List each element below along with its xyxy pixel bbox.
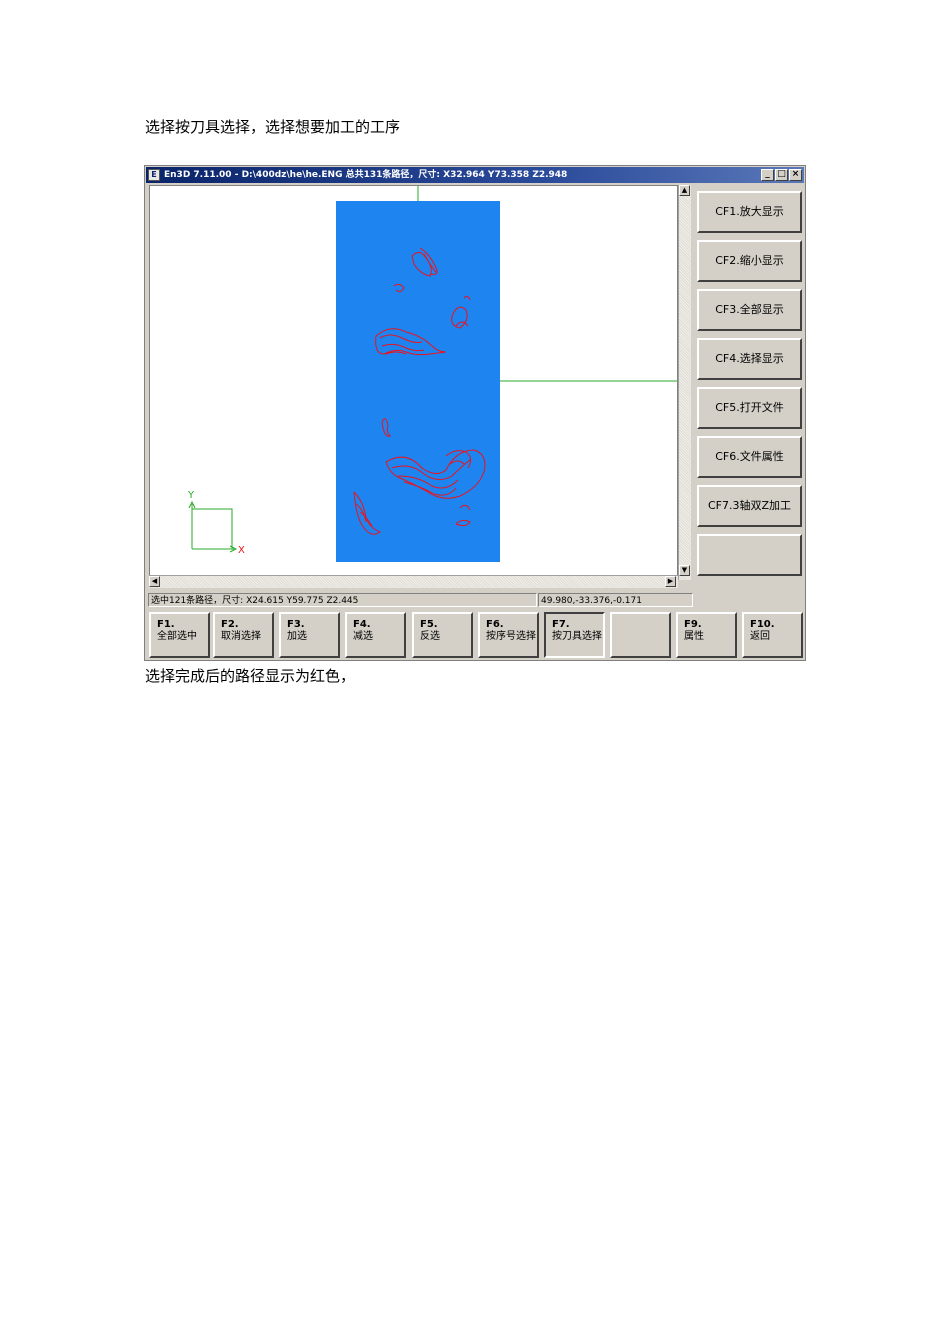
f1-select-all-button[interactable]: F1. 全部选中 <box>149 612 210 658</box>
fkey-code: F9. <box>684 619 702 630</box>
maximize-button[interactable]: □ <box>775 169 788 181</box>
fkey-label: 按刀具选择 <box>552 631 602 642</box>
view-canvas[interactable]: Y X <box>149 185 678 580</box>
scroll-right-icon[interactable]: ▶ <box>665 576 676 587</box>
f3-add-selection-button[interactable]: F3. 加选 <box>279 612 340 658</box>
zoom-in-button[interactable]: CF1.放大显示 <box>697 191 802 233</box>
window-controls: _ □ × <box>761 169 802 181</box>
fkey-label: 取消选择 <box>221 631 261 642</box>
fkey-label: 加选 <box>287 631 307 642</box>
f5-invert-selection-button[interactable]: F5. 反选 <box>412 612 473 658</box>
scroll-left-icon[interactable]: ◀ <box>149 576 160 587</box>
scroll-up-icon[interactable]: ▲ <box>679 185 690 196</box>
app-window: E En3D 7.11.00 - D:\400dz\he\he.ENG 总共13… <box>144 165 806 661</box>
open-file-button[interactable]: CF5.打开文件 <box>697 387 802 429</box>
f7-select-by-tool-button[interactable]: F7. 按刀具选择 <box>544 612 605 658</box>
axis-x-label: X <box>238 545 245 556</box>
fkey-code: F2. <box>221 619 239 630</box>
axis-y-label: Y <box>187 490 195 501</box>
app-icon[interactable]: E <box>148 169 160 181</box>
fkey-label: 返回 <box>750 631 770 642</box>
window-title: En3D 7.11.00 - D:\400dz\he\he.ENG 总共131条… <box>164 170 568 180</box>
fkey-code: F10. <box>750 619 775 630</box>
status-selection: 选中121条路径，尺寸: X24.615 Y59.775 Z2.445 <box>148 593 537 607</box>
fkey-label: 减选 <box>353 631 373 642</box>
caption-bottom: 选择完成后的路径显示为红色， <box>145 667 356 685</box>
fkey-label: 按序号选择 <box>486 631 536 642</box>
fkey-code: F7. <box>552 619 570 630</box>
f4-subtract-selection-button[interactable]: F4. 减选 <box>345 612 406 658</box>
f10-return-button[interactable]: F10. 返回 <box>742 612 803 658</box>
horizontal-scrollbar[interactable]: ◀ ▶ <box>149 575 678 588</box>
show-all-button[interactable]: CF3.全部显示 <box>697 289 802 331</box>
fkey-code: F4. <box>353 619 371 630</box>
status-coordinates: 49.980,-33.376,-0.171 <box>538 593 693 607</box>
axis-indicator <box>188 500 238 553</box>
fkey-label: 反选 <box>420 631 440 642</box>
toolpath-view: Y X <box>187 186 677 562</box>
title-bar: E En3D 7.11.00 - D:\400dz\he\he.ENG 总共13… <box>146 167 804 183</box>
vertical-scrollbar[interactable]: ▲ ▼ <box>678 185 691 580</box>
f8-empty-button[interactable] <box>610 612 671 658</box>
show-selected-button[interactable]: CF4.选择显示 <box>697 338 802 380</box>
fkey-code: F3. <box>287 619 305 630</box>
fkey-code: F5. <box>420 619 438 630</box>
scroll-down-icon[interactable]: ▼ <box>679 565 690 576</box>
minimize-button[interactable]: _ <box>761 169 774 181</box>
fkey-label: 属性 <box>684 631 704 642</box>
file-properties-button[interactable]: CF6.文件属性 <box>697 436 802 478</box>
close-button[interactable]: × <box>789 169 802 181</box>
caption-top: 选择按刀具选择，选择想要加工的工序 <box>145 118 401 136</box>
f9-properties-button[interactable]: F9. 属性 <box>676 612 737 658</box>
fkey-label: 全部选中 <box>157 631 197 642</box>
fkey-code: F6. <box>486 619 504 630</box>
empty-side-button[interactable] <box>697 534 802 576</box>
three-axis-dual-z-button[interactable]: CF7.3轴双Z加工 <box>697 485 802 527</box>
zoom-out-button[interactable]: CF2.缩小显示 <box>697 240 802 282</box>
f6-select-by-index-button[interactable]: F6. 按序号选择 <box>478 612 539 658</box>
f2-deselect-button[interactable]: F2. 取消选择 <box>213 612 274 658</box>
fkey-code: F1. <box>157 619 175 630</box>
